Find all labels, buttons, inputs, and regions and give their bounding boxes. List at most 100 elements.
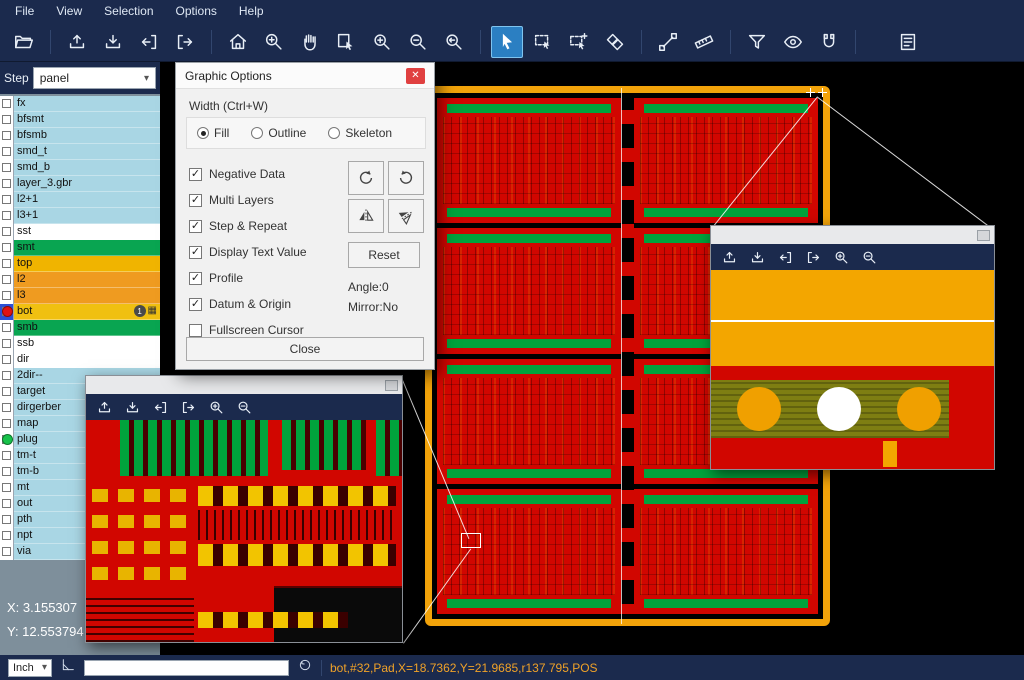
layer-checkbox-cell[interactable] (0, 144, 14, 160)
magnifier-view[interactable] (86, 420, 402, 642)
layer-checkbox-cell[interactable] (0, 416, 14, 432)
report-button[interactable] (892, 26, 924, 58)
board[interactable] (634, 489, 818, 614)
zoom-out-icon[interactable] (236, 399, 253, 416)
layer-checkbox-cell[interactable] (0, 96, 14, 112)
layer-checkbox[interactable] (2, 243, 11, 252)
board[interactable] (437, 98, 621, 223)
magnifier-titlebar[interactable] (86, 376, 402, 394)
fill-mode-radio[interactable]: Outline (251, 126, 306, 140)
import-right-button[interactable] (169, 26, 201, 58)
magnifier-view[interactable] (711, 270, 994, 469)
layer-checkbox-cell[interactable] (0, 224, 14, 240)
layer-checkbox[interactable] (2, 547, 11, 556)
layer-name-cell[interactable]: l2 (14, 272, 160, 288)
magnifier-window-1[interactable] (85, 375, 403, 643)
layer-checkbox-cell[interactable] (0, 304, 14, 320)
layer-checkbox-cell[interactable] (0, 400, 14, 416)
board[interactable] (437, 359, 621, 484)
menu-item[interactable]: File (4, 0, 45, 22)
layer-checkbox-cell[interactable] (0, 288, 14, 304)
layer-checkbox-cell[interactable] (0, 320, 14, 336)
layer-name-cell[interactable]: sst (14, 224, 160, 240)
layer-name-cell[interactable]: ssb (14, 336, 160, 352)
dialog-close-icon[interactable]: ✕ (406, 68, 425, 84)
layer-checkbox[interactable] (2, 131, 11, 140)
layer-checkbox[interactable] (2, 499, 11, 508)
display-option-checkbox[interactable]: ✓ Display Text Value (189, 239, 339, 265)
layer-checkbox-cell[interactable] (0, 336, 14, 352)
layer-checkbox-cell[interactable] (0, 352, 14, 368)
layer-checkbox[interactable] (2, 211, 11, 220)
layer-name-cell[interactable]: bot 1 ▦ (14, 304, 160, 320)
layer-checkbox[interactable] (2, 323, 11, 332)
layer-checkbox-cell[interactable] (0, 368, 14, 384)
highlight-button[interactable] (777, 26, 809, 58)
layer-name-cell[interactable]: dir (14, 352, 160, 368)
layer-checkbox-cell[interactable] (0, 272, 14, 288)
layer-checkbox-cell[interactable] (0, 432, 14, 448)
zoom-in-icon[interactable] (833, 249, 850, 266)
layer-checkbox[interactable] (2, 339, 11, 348)
reset-button[interactable]: Reset (348, 242, 420, 268)
fill-mode-radio[interactable]: Skeleton (328, 126, 392, 140)
select-cursor-button[interactable] (491, 26, 523, 58)
layer-name-cell[interactable]: fx (14, 96, 160, 112)
layer-row[interactable]: bfsmt (0, 112, 160, 128)
command-input[interactable] (84, 660, 289, 676)
layer-checkbox-cell[interactable] (0, 240, 14, 256)
layer-row[interactable]: l2 (0, 272, 160, 288)
layer-checkbox-cell[interactable] (0, 464, 14, 480)
import-up-button[interactable] (61, 26, 93, 58)
zoom-previous-button[interactable] (438, 26, 470, 58)
select-group-button[interactable] (563, 26, 595, 58)
layer-checkbox-cell[interactable] (0, 112, 14, 128)
layer-row[interactable]: l3 (0, 288, 160, 304)
display-option-checkbox[interactable]: ✓ Negative Data (189, 161, 339, 187)
layer-checkbox[interactable] (2, 531, 11, 540)
layer-name-cell[interactable]: bfsmb (14, 128, 160, 144)
layer-row[interactable]: ssb (0, 336, 160, 352)
layer-row[interactable]: smd_t (0, 144, 160, 160)
select-rect-button[interactable] (527, 26, 559, 58)
layer-checkbox-cell[interactable] (0, 528, 14, 544)
open-button[interactable] (8, 26, 40, 58)
display-option-checkbox[interactable]: ✓ Multi Layers (189, 187, 339, 213)
zoom-in-button[interactable] (366, 26, 398, 58)
layer-name-cell[interactable]: smt (14, 240, 160, 256)
layer-checkbox[interactable] (2, 179, 11, 188)
layer-name-cell[interactable]: l3+1 (14, 208, 160, 224)
import-left-button[interactable] (133, 26, 165, 58)
layer-checkbox[interactable] (2, 259, 11, 268)
layer-checkbox[interactable] (2, 291, 11, 300)
tray-arrow-up-icon[interactable] (96, 399, 113, 416)
layer-row[interactable]: bot 1 ▦ (0, 304, 160, 320)
measure-button[interactable] (652, 26, 684, 58)
board[interactable] (437, 489, 621, 614)
step-select[interactable]: panel ▾ (33, 67, 156, 89)
layer-row[interactable]: smb (0, 320, 160, 336)
layer-checkbox-cell[interactable] (0, 192, 14, 208)
board[interactable] (634, 98, 818, 223)
layer-checkbox-cell[interactable] (0, 384, 14, 400)
window-minimize-button[interactable] (385, 380, 398, 391)
layer-row[interactable]: l3+1 (0, 208, 160, 224)
zoom-out-button[interactable] (402, 26, 434, 58)
ruler-button[interactable] (688, 26, 720, 58)
layer-row[interactable]: smd_b (0, 160, 160, 176)
tray-arrow-up-icon[interactable] (721, 249, 738, 266)
layer-checkbox[interactable] (2, 115, 11, 124)
display-option-checkbox[interactable]: ✓ Profile (189, 265, 339, 291)
menu-item[interactable]: View (45, 0, 93, 22)
dialog-titlebar[interactable]: Graphic Options ✕ (176, 63, 434, 89)
layer-checkbox[interactable] (2, 275, 11, 284)
layer-checkbox[interactable] (2, 355, 11, 364)
layer-checkbox[interactable] (2, 387, 11, 396)
magnifier-titlebar[interactable] (711, 226, 994, 244)
layer-checkbox-cell[interactable] (0, 496, 14, 512)
layer-checkbox-cell[interactable] (0, 512, 14, 528)
unit-select[interactable]: Inch ▾ (8, 659, 52, 677)
pan-button[interactable] (294, 26, 326, 58)
layer-name-cell[interactable]: smb (14, 320, 160, 336)
layers-tool-button[interactable] (599, 26, 631, 58)
